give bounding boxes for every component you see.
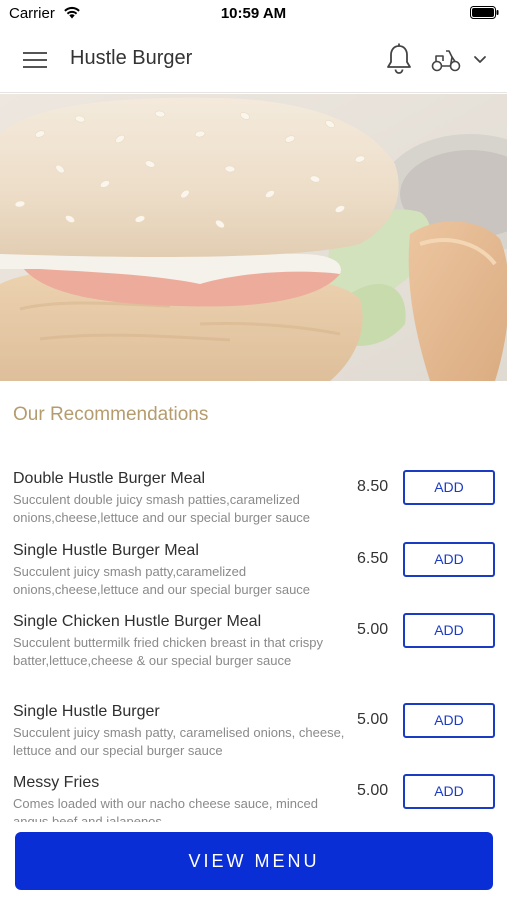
item-description: Comes loaded with our nacho cheese sauce… <box>13 796 318 822</box>
item-description: Succulent buttermilk fried chicken breas… <box>13 635 323 668</box>
add-button[interactable]: ADD <box>403 774 495 809</box>
add-button[interactable]: ADD <box>403 542 495 577</box>
recommendations-heading: Our Recommendations <box>13 404 209 425</box>
item-name: Single Chicken Hustle Burger Meal <box>13 613 262 630</box>
chevron-down-icon[interactable] <box>472 54 488 66</box>
status-time: 10:59 AM <box>220 5 287 22</box>
item-name: Double Hustle Burger Meal <box>13 470 206 487</box>
hamburger-menu-icon[interactable] <box>20 48 50 72</box>
item-description: Succulent juicy smash patty,caramelized … <box>13 564 311 597</box>
battery-icon <box>470 6 499 19</box>
item-name: Single Hustle Burger Meal <box>13 542 199 559</box>
nav-bar: Hustle Burger <box>0 26 507 93</box>
item-price: 8.50 <box>357 478 389 495</box>
add-button[interactable]: ADD <box>403 470 495 505</box>
item-price: 5.00 <box>357 711 389 728</box>
add-button[interactable]: ADD <box>403 703 495 738</box>
item-description: Succulent double juicy smash patties,car… <box>13 492 311 525</box>
restaurant-title: Hustle Burger <box>70 47 193 69</box>
status-bar: Carrier 10:59 AM <box>0 0 507 26</box>
burger-and-potato-wedges-photo <box>0 94 507 381</box>
item-price: 6.50 <box>357 550 389 567</box>
item-description: Succulent juicy smash patty, caramelised… <box>13 725 345 758</box>
scooter-icon[interactable] <box>430 47 462 73</box>
hero-banner-image <box>0 94 507 381</box>
item-name: Messy Fries <box>13 774 100 791</box>
item-price: 5.00 <box>357 621 389 638</box>
item-price: 5.00 <box>357 782 389 799</box>
recommendations-list: Double Hustle Burger Meal Succulent doub… <box>0 460 507 822</box>
item-name: Single Hustle Burger <box>13 703 160 720</box>
bell-icon[interactable] <box>384 43 414 75</box>
view-menu-button[interactable]: VIEW MENU <box>15 832 493 890</box>
add-button[interactable]: ADD <box>403 613 495 648</box>
